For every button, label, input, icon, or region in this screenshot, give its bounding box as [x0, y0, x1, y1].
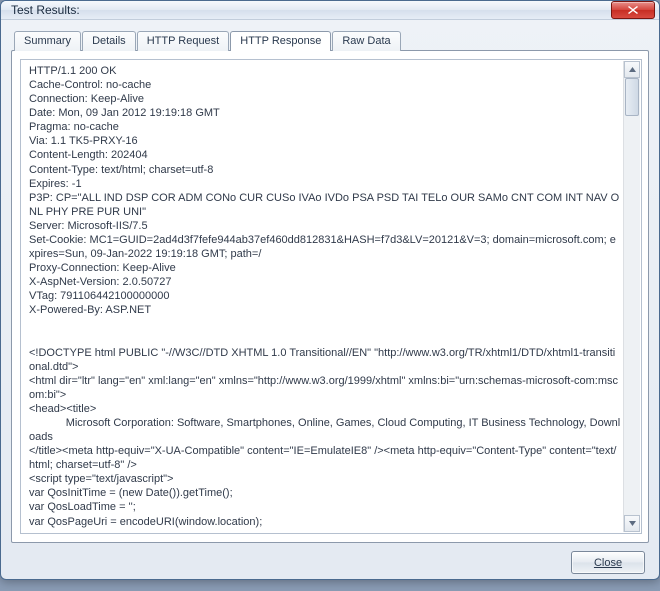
close-button[interactable]: Close — [571, 551, 645, 574]
vertical-scrollbar[interactable] — [623, 61, 640, 532]
scrollbar-track[interactable] — [624, 78, 640, 515]
tab-http-response[interactable]: HTTP Response — [230, 31, 331, 51]
chevron-up-icon — [629, 67, 636, 72]
window-close-button[interactable] — [611, 1, 655, 19]
dialog-footer: Close — [11, 543, 649, 583]
chevron-down-icon — [629, 521, 636, 526]
window-title: Test Results: — [11, 3, 611, 17]
scrollbar-thumb[interactable] — [625, 78, 639, 116]
tab-label: HTTP Request — [147, 35, 220, 47]
scroll-down-button[interactable] — [624, 515, 640, 532]
titlebar[interactable]: Test Results: — [1, 1, 659, 20]
scroll-up-button[interactable] — [624, 61, 640, 78]
tab-label: Details — [92, 35, 126, 47]
tab-details[interactable]: Details — [82, 31, 136, 51]
tabstrip: Summary Details HTTP Request HTTP Respon… — [11, 30, 649, 50]
tab-raw-data[interactable]: Raw Data — [332, 31, 400, 51]
dialog-window: Test Results: Summary Details HTTP Reque… — [0, 0, 660, 580]
tab-label: Summary — [24, 35, 71, 47]
tab-label: HTTP Response — [240, 35, 321, 47]
button-label: Close — [594, 557, 622, 569]
response-textpane[interactable]: HTTP/1.1 200 OK Cache-Control: no-cache … — [20, 59, 642, 534]
close-icon — [628, 6, 638, 14]
tab-http-request[interactable]: HTTP Request — [137, 31, 230, 51]
tab-label: Raw Data — [342, 35, 390, 47]
content-area: Summary Details HTTP Request HTTP Respon… — [1, 20, 659, 591]
response-text: HTTP/1.1 200 OK Cache-Control: no-cache … — [29, 64, 639, 529]
tab-summary[interactable]: Summary — [14, 31, 81, 51]
tab-panel: HTTP/1.1 200 OK Cache-Control: no-cache … — [11, 50, 649, 543]
